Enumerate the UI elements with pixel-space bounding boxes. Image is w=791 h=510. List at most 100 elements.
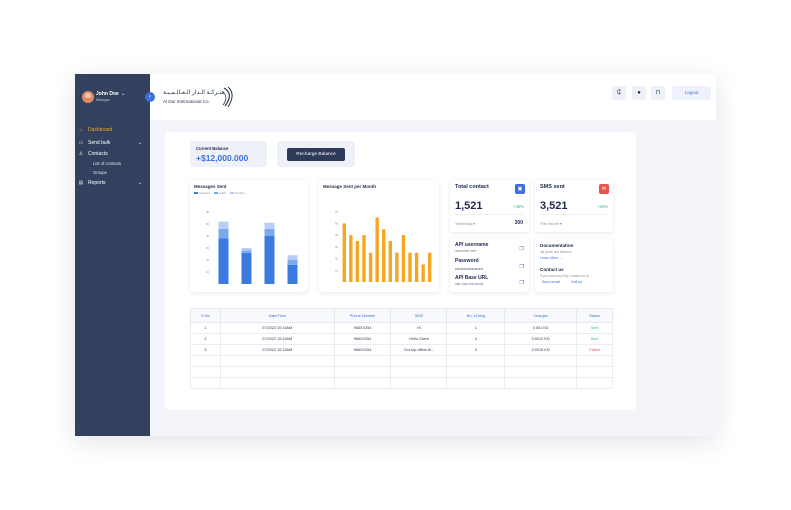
table-cell: 07/2022 10:15AM	[219, 322, 335, 334]
collapse-sidebar-button[interactable]: ‹	[145, 92, 155, 102]
table-cell: 07/2022 10:15AM	[219, 344, 335, 356]
column-header[interactable]: Phone Number	[333, 308, 392, 323]
copy-icon[interactable]: ❐	[520, 280, 524, 286]
sidebar-subitem-groups[interactable]: Groups	[93, 170, 107, 175]
column-header[interactable]: S.No	[190, 308, 221, 323]
top-bar: شـركـة الـدار الـعـالـمـيـة Al Dar Inter…	[150, 74, 716, 120]
copy-icon[interactable]: ❐	[520, 246, 524, 252]
column-header[interactable]: No. of Msg	[446, 308, 506, 323]
bar-month	[421, 264, 425, 282]
table-cell: 1	[446, 322, 506, 334]
period-value: 300	[514, 220, 523, 226]
bar-delivered	[287, 264, 298, 284]
sidebar-subitem-list-of-contacts[interactable]: List of contacts	[93, 161, 121, 166]
table-cell	[390, 377, 448, 389]
currency-icon[interactable]: ₵	[612, 86, 626, 100]
y-tick-label: 60	[206, 210, 210, 214]
contact-us-title: Contact us	[540, 267, 564, 272]
column-header[interactable]: Charges	[504, 308, 578, 323]
documentation-title: Documentation	[540, 243, 574, 248]
y-tick-label: 40	[335, 233, 339, 237]
user-name[interactable]: John Doe	[96, 91, 119, 97]
sidebar-item-reports[interactable]: ▤ Reports ⌄	[78, 180, 148, 186]
table-row[interactable]	[190, 366, 613, 378]
api-credentials-card: API username username here ❐ Password ••…	[450, 238, 529, 292]
table-cell	[504, 355, 578, 367]
table-cell: 0.0015 KD	[504, 344, 578, 356]
balance-label: Current Balance	[196, 146, 229, 151]
chevron-down-icon[interactable]: ⌄	[121, 91, 125, 97]
stat-value: 3,521	[540, 200, 568, 212]
stat-change: +35%	[597, 204, 608, 209]
user-icon[interactable]: ●	[632, 86, 646, 100]
table-cell: 0.001 KD	[504, 322, 578, 334]
per-month-plot: 10 20 30 40 50 60	[335, 210, 432, 282]
bar-month	[388, 241, 392, 282]
cart-icon[interactable]: ⊓	[651, 86, 665, 100]
table-cell	[333, 377, 392, 389]
sidebar-item-dashboard[interactable]: ⌂ Dashboard	[78, 127, 112, 133]
sidebar-item-label: Contacts	[88, 151, 108, 157]
bar-failed	[218, 228, 229, 239]
password-label: Password	[455, 258, 479, 264]
status-cell	[576, 366, 613, 378]
app-window: John Doe ⌄ Manager ⌂ Dashboard ▭ Send bu…	[75, 74, 716, 436]
y-tick-label: 30	[206, 246, 210, 250]
period-select[interactable]: Yesterday ▾	[455, 221, 475, 226]
y-tick-label: 60	[335, 210, 339, 214]
table-row[interactable]: 1 07/2022 10:15AM 966XX254 Hi 1 0.001 KD Sent	[190, 322, 613, 334]
status-cell: Failed	[576, 344, 613, 356]
period-select[interactable]: This Month ▾	[540, 221, 562, 226]
recharge-card: Recharge Balance	[277, 141, 355, 167]
bar-month	[342, 223, 346, 282]
bar-delivered	[264, 236, 275, 284]
logo-arabic-text: شـركـة الـدار الـعـالـمـيـة	[163, 90, 225, 96]
bar-pending	[241, 248, 252, 251]
dashboard-content: Current Balance +$12,000.000 Recharge Ba…	[165, 132, 636, 410]
bar-delivered	[241, 252, 252, 284]
table-row[interactable]	[190, 377, 613, 389]
recharge-balance-button[interactable]: Recharge Balance	[287, 148, 345, 161]
learn-more-link[interactable]: Learn More →	[540, 256, 563, 260]
status-cell: Sent	[576, 322, 613, 334]
sidebar-item-label: Reports	[88, 180, 106, 186]
messages-sent-chart: Messages Sent Delivered Failed Pending 1…	[190, 180, 308, 292]
sms-sent-card: SMS sent ✉ 3,521 +35% This Month ▾	[535, 180, 613, 232]
table-cell	[446, 377, 506, 389]
logo-mark-icon	[221, 86, 233, 108]
divider	[540, 214, 608, 215]
chevron-down-icon: ⌄	[137, 140, 142, 146]
logout-button[interactable]: Logout	[672, 86, 711, 100]
y-tick-label: 20	[206, 258, 210, 262]
sidebar-item-contacts[interactable]: ♙ Contacts	[78, 151, 108, 157]
table-row[interactable]	[190, 355, 613, 367]
send-email-link[interactable]: Send email	[542, 280, 560, 284]
status-cell	[576, 355, 613, 367]
avatar[interactable]	[82, 91, 94, 103]
column-header[interactable]: Status	[576, 308, 613, 323]
table-cell: 0.0012 KD	[504, 333, 578, 345]
status-cell: Sent	[576, 333, 613, 345]
divider	[455, 214, 524, 215]
user-role: Manager	[96, 98, 110, 102]
bar-month	[362, 235, 366, 282]
column-header[interactable]: Date/Time	[219, 308, 335, 323]
copy-icon[interactable]: ❐	[520, 264, 524, 270]
table-row[interactable]: 3 07/2022 10:15AM 966XX254 Our top offers t…	[190, 344, 613, 356]
user-icon: ♙	[78, 151, 84, 157]
sidebar-item-send-bulk[interactable]: ▭ Send bulk ⌄	[78, 140, 148, 146]
call-us-link[interactable]: Call us	[571, 280, 582, 284]
column-header[interactable]: SMS	[390, 308, 448, 323]
y-tick-label: 10	[206, 270, 210, 274]
table-row[interactable]: 2 07/2022 10:15AM 966XX254 Hello Client 2 0.0…	[190, 333, 613, 345]
status-cell	[576, 377, 613, 389]
bar-delivered	[218, 238, 229, 284]
table-cell: 07/2022 10:15AM	[219, 333, 335, 345]
bar-month	[355, 241, 360, 282]
logo-english-text: Al Dar International Co.	[163, 99, 210, 104]
stat-change: +35%	[513, 204, 524, 209]
table-cell: 1	[190, 322, 221, 334]
api-username-value: username here	[455, 249, 477, 253]
table-cell	[390, 355, 448, 367]
table-cell	[219, 355, 335, 367]
